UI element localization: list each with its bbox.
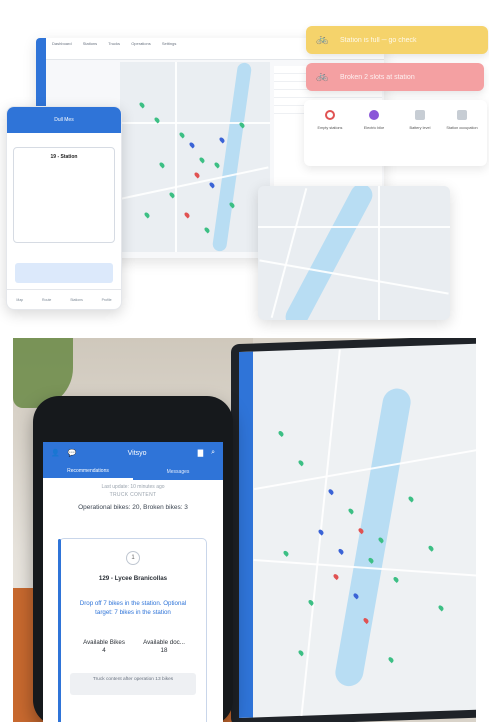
legend-label: Battery level [409,126,431,130]
station-instruction: Drop off 7 bikes in the station. Optiona… [79,600,187,616]
bike-icon: 🚲 [316,71,329,82]
tablet-device [231,338,476,722]
tab-map[interactable]: Map [16,298,23,302]
bikes-summary: Operational bikes: 20, Broken bikes: 3 [78,504,188,511]
legend-label: Empty stations [317,126,343,130]
tab-bar: Recommendations Messages [43,464,223,480]
station-card-title: 19 - Station [50,154,78,160]
tab-recommendations[interactable]: Recommendations [43,464,133,480]
desktop-map[interactable] [120,62,270,252]
smartphone-device: 👤 💬 Vitsyo ▇ ⌕ Recommendations Messages … [33,396,233,722]
toolbar-item[interactable]: Dashboard [52,41,72,46]
notification-station-full[interactable]: 🚲 Station is full ─ go check [306,26,488,54]
station-stats: Available Bikes 4 Available doc... 18 [74,639,192,655]
tab-profile[interactable]: Profile [102,298,112,302]
search-icon[interactable]: ⌕ [211,449,215,457]
notification-text: Station is full ─ go check [340,36,417,44]
toolbar-item[interactable]: Stations [83,41,97,46]
toolbar-item[interactable]: Trucks [108,41,120,46]
station-recommendation-card[interactable]: 1 129 - Lycee Branicollas Drop off 7 bik… [58,538,207,722]
tab-stations[interactable]: Stations [70,298,83,302]
toolbar-item[interactable]: Settings [162,41,176,46]
tablet-map-screen[interactable] [239,343,476,718]
notification-broken-slots[interactable]: 🚲 Broken 2 slots at station [306,63,484,91]
empty-station-icon [325,110,335,120]
legend-label: Electric bike [363,126,385,130]
tab-route[interactable]: Route [42,298,51,302]
tab-messages[interactable]: Messages [133,464,223,480]
mobile-action-bar[interactable] [15,263,113,283]
product-collage: Dashboard Stations Trucks Operations Set… [0,0,489,335]
legend-item: Empty stations [312,110,348,130]
truck-content-caption: TRUCK CONTENT [109,492,157,498]
chat-icon[interactable]: 💬 [68,449,77,457]
app-title: Vitsyo [127,449,147,457]
available-bikes-value: 4 [102,647,106,654]
table-row[interactable] [274,90,382,98]
legend-label: Station occupation [446,126,478,130]
occupation-icon [457,110,467,120]
mobile-app-screen: Dull Mes 19 - Station Map Route Stations… [6,106,122,310]
electric-bike-icon [369,110,379,120]
step-indicator: 1 [126,551,140,565]
station-card[interactable]: 19 - Station [13,147,115,243]
bike-icon: 🚲 [316,34,329,45]
legend-item: Battery level [402,110,438,130]
app-header: 👤 💬 Vitsyo ▇ ⌕ [43,442,223,464]
legend-item: Station occupation [444,110,480,130]
available-docks-label: Available doc... [143,639,185,646]
map-legend-card: Empty stations Electric bike Battery lev… [304,100,487,166]
station-title: 129 - Lycee Branicollas [98,575,168,582]
mobile-tab-bar: Map Route Stations Profile [7,289,121,309]
card-accent-bar [58,539,61,722]
last-update-text: Last update: 10 minutes ago [101,484,165,490]
battery-icon [415,110,425,120]
phone-screen: 👤 💬 Vitsyo ▇ ⌕ Recommendations Messages … [43,442,223,722]
tablet-sidebar[interactable] [239,351,253,718]
truck-content-button[interactable]: Truck content after operation 13 bikes [70,673,196,695]
user-icon[interactable]: 👤 [51,449,60,457]
marketing-collage: Dashboard Stations Trucks Operations Set… [0,0,489,722]
notification-text: Broken 2 slots at station [340,73,415,81]
city-map-panel[interactable] [258,186,450,320]
available-bikes-label: Available Bikes [83,639,125,646]
mobile-header-title: Dull Mes [54,117,74,123]
legend-item: Electric bike [356,110,392,130]
available-docks-value: 18 [160,647,168,654]
toolbar-item[interactable]: Operations [131,41,151,46]
mobile-header: Dull Mes [7,107,121,133]
hero-photo: 👤 💬 Vitsyo ▇ ⌕ Recommendations Messages … [13,338,476,722]
chart-icon[interactable]: ▇ [198,449,203,457]
